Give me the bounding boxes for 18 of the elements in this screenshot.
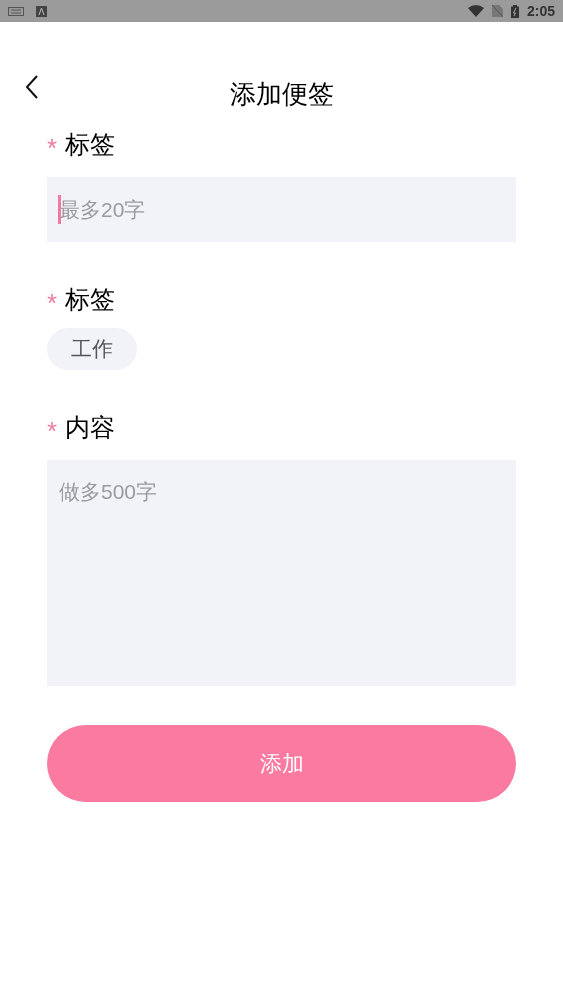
back-icon xyxy=(25,75,39,99)
app-notification-icon xyxy=(36,5,47,17)
input-field[interactable]: 最多20字 xyxy=(47,177,516,242)
tag-chip[interactable]: 工作 xyxy=(47,328,137,370)
battery-icon xyxy=(510,4,519,18)
text-cursor xyxy=(58,195,61,224)
required-mark: * xyxy=(47,287,58,316)
field-label: 标签 xyxy=(65,131,116,157)
no-sim-icon xyxy=(491,5,503,17)
field-label: 标签 xyxy=(65,286,116,312)
content-field[interactable]: 做多500字 xyxy=(47,460,516,686)
wifi-icon xyxy=(467,5,484,17)
clock-time: 2:05 xyxy=(526,1,555,21)
required-mark: * xyxy=(47,132,58,161)
required-mark: * xyxy=(47,415,58,444)
field-label: 内容 xyxy=(65,414,116,440)
page-title: 添加便签 xyxy=(229,81,334,107)
keyboard-icon xyxy=(8,6,24,16)
